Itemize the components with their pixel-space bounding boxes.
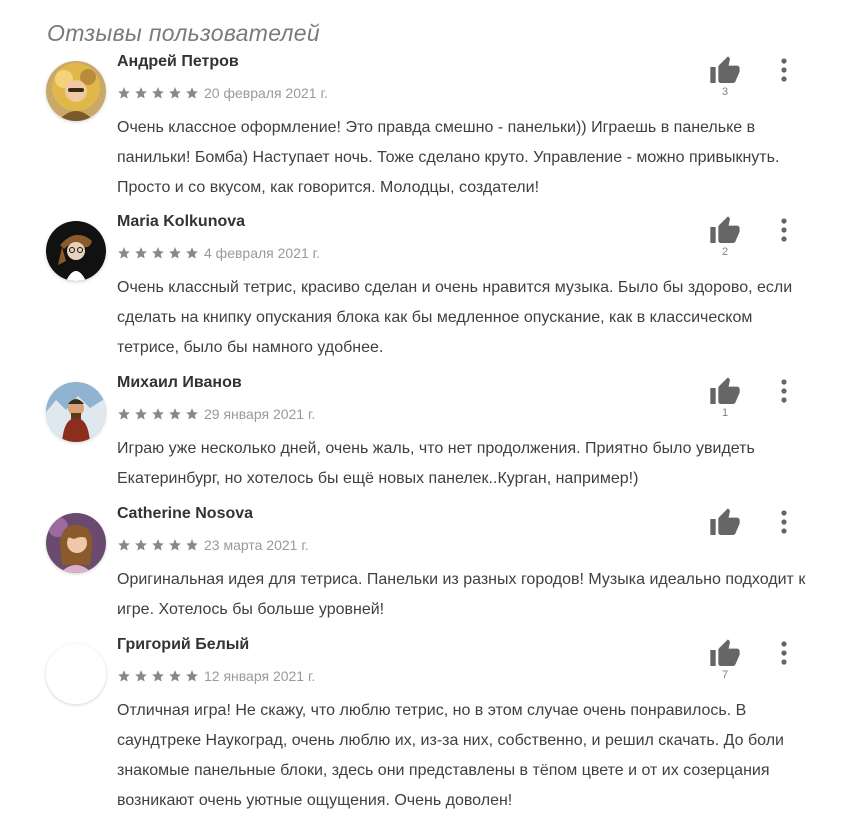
star-icon <box>134 246 148 260</box>
review-date: 29 января 2021 г. <box>204 406 316 422</box>
review-text: Очень классное оформление! Это правда см… <box>117 119 780 196</box>
section-title: Отзывы пользователей <box>47 20 320 46</box>
review-text: Очень классный тетрис, красиво сделан и … <box>117 279 793 356</box>
star-icon <box>168 669 182 683</box>
star-icon <box>185 86 199 100</box>
star-icon <box>151 538 165 552</box>
thumbs-up-icon[interactable] <box>709 55 741 87</box>
author-name[interactable]: Maria Kolkunova <box>117 213 245 231</box>
thumbs-up-icon[interactable] <box>709 376 741 408</box>
more-vert-icon[interactable] <box>772 216 796 244</box>
star-icon <box>117 246 131 260</box>
review-meta: 12 января 2021 г. <box>117 667 315 685</box>
more-vert-icon[interactable] <box>772 377 796 405</box>
star-rating <box>117 538 202 552</box>
star-icon <box>185 669 199 683</box>
review-date: 4 февраля 2021 г. <box>204 245 320 261</box>
star-icon <box>134 86 148 100</box>
review-text: Играю уже несколько дней, очень жаль, чт… <box>117 440 755 487</box>
review-meta: 23 марта 2021 г. <box>117 536 309 554</box>
avatar[interactable] <box>46 513 106 573</box>
review-date: 12 января 2021 г. <box>204 668 316 684</box>
star-icon <box>151 246 165 260</box>
review-text: Отличная игра! Не скажу, что люблю тетри… <box>117 702 784 809</box>
star-icon <box>185 407 199 421</box>
star-icon <box>117 86 131 100</box>
star-icon <box>134 538 148 552</box>
like-count: 3 <box>721 86 729 98</box>
star-icon <box>134 407 148 421</box>
star-icon <box>185 538 199 552</box>
star-rating <box>117 86 202 100</box>
avatar[interactable] <box>46 382 106 442</box>
avatar[interactable] <box>46 644 106 704</box>
reviews-page: Отзывы пользователей Андрей Петров 20 фе… <box>0 0 868 829</box>
like-count: 2 <box>721 246 729 258</box>
thumbs-up-icon[interactable] <box>709 638 741 670</box>
star-icon <box>168 246 182 260</box>
star-icon <box>185 246 199 260</box>
star-icon <box>151 407 165 421</box>
author-name[interactable]: Михаил Иванов <box>117 374 242 392</box>
star-icon <box>151 86 165 100</box>
star-icon <box>134 669 148 683</box>
star-rating <box>117 407 202 421</box>
star-rating <box>117 246 202 260</box>
like-count: 7 <box>721 669 729 681</box>
star-rating <box>117 669 202 683</box>
author-name[interactable]: Григорий Белый <box>117 636 249 654</box>
star-icon <box>168 407 182 421</box>
author-name[interactable]: Catherine Nosova <box>117 505 253 523</box>
author-name[interactable]: Андрей Петров <box>117 53 239 71</box>
star-icon <box>168 538 182 552</box>
thumbs-up-icon[interactable] <box>709 507 741 539</box>
star-icon <box>168 86 182 100</box>
thumbs-up-icon[interactable] <box>709 215 741 247</box>
review-meta: 20 февраля 2021 г. <box>117 84 328 102</box>
more-vert-icon[interactable] <box>772 639 796 667</box>
avatar[interactable] <box>46 221 106 281</box>
star-icon <box>117 538 131 552</box>
star-icon <box>151 669 165 683</box>
review-date: 20 февраля 2021 г. <box>204 85 328 101</box>
more-vert-icon[interactable] <box>772 56 796 84</box>
star-icon <box>117 669 131 683</box>
like-count: 1 <box>721 407 729 419</box>
star-icon <box>117 407 131 421</box>
review-meta: 4 февраля 2021 г. <box>117 244 320 262</box>
avatar[interactable] <box>46 61 106 121</box>
more-vert-icon[interactable] <box>772 508 796 536</box>
review-text: Оригинальная идея для тетриса. Панельки … <box>117 571 806 618</box>
review-date: 23 марта 2021 г. <box>204 537 309 553</box>
review-meta: 29 января 2021 г. <box>117 405 315 423</box>
